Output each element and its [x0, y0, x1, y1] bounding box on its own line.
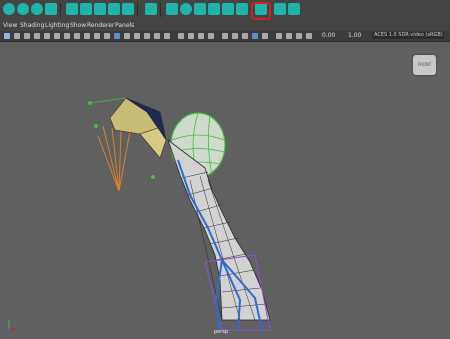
shelf-icon-14[interactable]	[208, 3, 220, 15]
toolbar-icon[interactable]	[276, 33, 282, 39]
toolbar-icon[interactable]	[262, 33, 268, 39]
toolbar-icon[interactable]	[54, 33, 60, 39]
viewport-3d[interactable]	[0, 42, 450, 339]
toolbar-icon[interactable]	[84, 33, 90, 39]
panel-toolbar: 0.00 1.00 ACES 1.0 SDR-video (sRGB)	[0, 31, 450, 42]
toolbar-icon[interactable]	[134, 33, 140, 39]
menu-renderer[interactable]: Renderer	[87, 22, 114, 29]
shelf-separator	[137, 3, 138, 17]
gamma-field[interactable]: 1.00	[348, 32, 361, 39]
toolbar-icon[interactable]	[64, 33, 70, 39]
toolbar-icon[interactable]	[24, 33, 30, 39]
shelf-icon-15[interactable]	[222, 3, 234, 15]
shelf-icon-2[interactable]	[17, 3, 29, 15]
shelf-icon-4[interactable]	[45, 3, 57, 15]
toolbar-icon[interactable]	[222, 33, 228, 39]
shelf-icon-6[interactable]	[80, 3, 92, 15]
toolbar-icon[interactable]	[286, 33, 292, 39]
menu-lighting[interactable]: Lighting	[45, 22, 69, 29]
camera-icon[interactable]	[4, 33, 10, 39]
toolbar-icon[interactable]	[208, 33, 214, 39]
shelf-icon-1[interactable]	[3, 3, 15, 15]
shelf-icon-8[interactable]	[108, 3, 120, 15]
toolbar-icon[interactable]	[94, 33, 100, 39]
toolbar-icon[interactable]	[198, 33, 204, 39]
toolbar-icon[interactable]	[44, 33, 50, 39]
toolbar-icon[interactable]	[154, 33, 160, 39]
toolbar-icon[interactable]	[252, 33, 258, 39]
shelf-icon-5[interactable]	[66, 3, 78, 15]
arm-mesh[interactable]	[167, 138, 271, 331]
viewcube-front[interactable]: FRONT	[413, 55, 436, 75]
menu-show[interactable]: Show	[70, 22, 86, 29]
camera-name-label: persp	[214, 329, 229, 335]
shelf-icon-7[interactable]	[94, 3, 106, 15]
control-joint[interactable]	[88, 101, 92, 105]
toolbar-icon[interactable]	[104, 33, 110, 39]
toolbar-icon[interactable]	[124, 33, 130, 39]
colorspace-dropdown[interactable]: ACES 1.0 SDR-video (sRGB)	[372, 32, 444, 39]
wireframe-icon[interactable]	[114, 33, 120, 39]
ik-handle-lines	[97, 125, 131, 192]
axis-gizmo	[4, 320, 17, 334]
menu-view[interactable]: View	[3, 22, 17, 29]
exposure-field[interactable]: 0.00	[322, 32, 335, 39]
control-joint[interactable]	[151, 175, 155, 179]
menu-shading[interactable]: Shading	[20, 22, 44, 29]
control-joint[interactable]	[94, 124, 98, 128]
shelf-separator	[160, 3, 161, 17]
toolbar-icon[interactable]	[242, 33, 248, 39]
toolbar-icon[interactable]	[14, 33, 20, 39]
toolbar-icon[interactable]	[188, 33, 194, 39]
shelf-icon-18[interactable]	[274, 3, 286, 15]
shelf-icon-9[interactable]	[122, 3, 134, 15]
shelf-separator	[60, 3, 61, 17]
shelf-icon-12[interactable]	[180, 3, 192, 15]
toolbar-icon[interactable]	[178, 33, 184, 39]
shelf-icon-19[interactable]	[288, 3, 300, 15]
toolbar-icon[interactable]	[74, 33, 80, 39]
toolbar-icon[interactable]	[296, 33, 302, 39]
shelf-icon-3[interactable]	[31, 3, 43, 15]
toolbar-icon[interactable]	[306, 33, 312, 39]
toolbar-icon[interactable]	[144, 33, 150, 39]
scene-drawing	[4, 97, 271, 334]
shelf-icon-10[interactable]	[145, 3, 157, 15]
highlight-circle	[251, 2, 271, 20]
shelf-toolbar	[0, 0, 450, 22]
toolbar-icon[interactable]	[232, 33, 238, 39]
shelf-icon-13[interactable]	[194, 3, 206, 15]
shoulder-geometry	[88, 97, 167, 179]
shelf-icon-16[interactable]	[236, 3, 248, 15]
menu-panels[interactable]: Panels	[115, 22, 134, 29]
toolbar-icon[interactable]	[164, 33, 170, 39]
shelf-icon-11[interactable]	[166, 3, 178, 15]
panel-menu-bar: View Shading Lighting Show Renderer Pane…	[0, 21, 450, 31]
toolbar-icon[interactable]	[34, 33, 40, 39]
